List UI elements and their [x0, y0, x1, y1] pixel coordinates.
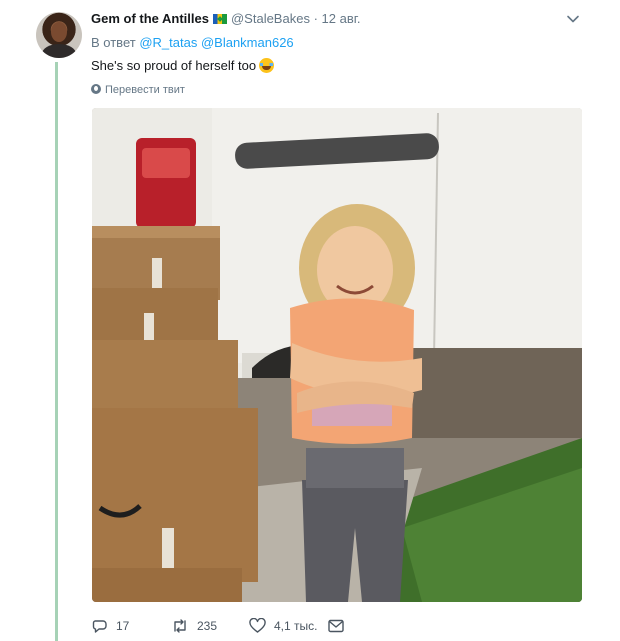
reply-mention-1[interactable]: @R_tatas [139, 35, 197, 50]
reply-context: В ответ @R_tatas @Blankman626 [91, 35, 294, 51]
reply-action[interactable]: 17 [92, 617, 129, 635]
envelope-icon [328, 619, 344, 633]
tweet-photo[interactable] [92, 108, 582, 602]
retweet-count: 235 [197, 619, 218, 633]
globe-icon [91, 84, 101, 94]
retweet-action[interactable]: 235 [171, 617, 217, 635]
like-count: 4,1 тыс. [274, 619, 318, 633]
tweet-text: She's so proud of herself too [91, 58, 275, 74]
heart-icon [249, 618, 266, 633]
tweet-header: Gem of the Antilles @StaleBakes · 12 авг. [91, 10, 361, 28]
reply-icon [92, 620, 107, 633]
separator-dot: · [313, 11, 318, 26]
reply-prefix: В ответ [91, 35, 136, 50]
user-handle[interactable]: @StaleBakes [231, 11, 310, 26]
photo-illustration [92, 108, 582, 602]
translate-link[interactable]: Перевести твит [91, 82, 185, 98]
tweet-date[interactable]: 12 авг. [322, 11, 361, 26]
reply-count: 17 [116, 619, 130, 633]
tweet-text-body: She's so proud of herself too [91, 58, 257, 73]
avatar[interactable] [36, 12, 82, 58]
tears-of-joy-emoji-icon [259, 58, 275, 73]
like-action[interactable]: 4,1 тыс. [249, 617, 317, 635]
retweet-icon [174, 619, 186, 633]
chevron-down-icon[interactable] [566, 12, 580, 26]
avatar-face [51, 22, 67, 42]
thread-line [55, 62, 58, 641]
dm-action[interactable] [328, 617, 352, 635]
avatar-shoulders [42, 44, 76, 58]
translate-label: Перевести твит [105, 84, 185, 96]
display-name[interactable]: Gem of the Antilles [91, 11, 209, 26]
reply-mention-2[interactable]: @Blankman626 [201, 35, 294, 50]
flag-icon [212, 14, 227, 24]
